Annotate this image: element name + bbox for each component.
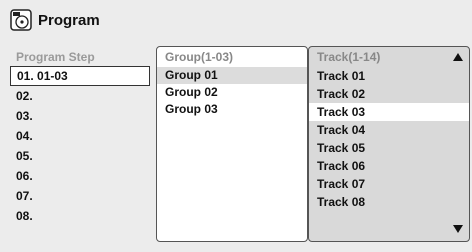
group-column-header: Group(1-03) — [165, 50, 234, 64]
track-item[interactable]: Track 04 — [309, 121, 469, 139]
track-column-header: Track(1-14) — [309, 47, 469, 67]
program-step-item[interactable]: 07. — [10, 186, 150, 206]
track-item[interactable]: Track 02 — [309, 85, 469, 103]
program-step-item[interactable]: 01. 01-03 — [10, 66, 150, 86]
program-step-item[interactable]: 03. — [10, 106, 150, 126]
track-item[interactable]: Track 06 — [309, 157, 469, 175]
group-item[interactable]: Group 02 — [157, 84, 307, 101]
disc-program-icon — [10, 9, 32, 31]
scroll-up-arrow-icon[interactable] — [453, 53, 463, 61]
group-panel: Group(1-03) Group 01 Group 02 Group 03 — [156, 46, 308, 242]
track-item[interactable]: Track 01 — [309, 67, 469, 85]
group-item[interactable]: Group 03 — [157, 101, 307, 118]
scroll-down-arrow-icon[interactable] — [453, 225, 463, 233]
group-item[interactable]: Group 01 — [157, 67, 307, 84]
page-title: Program — [38, 11, 100, 29]
track-item[interactable]: Track 03 — [309, 103, 469, 121]
program-step-item[interactable]: 06. — [10, 166, 150, 186]
track-panel: Track(1-14) Track 01 Track 02 Track 03 Trac… — [308, 46, 470, 242]
title-bar: Program — [10, 6, 100, 34]
program-step-item[interactable]: 02. — [10, 86, 150, 106]
track-item[interactable]: Track 07 — [309, 175, 469, 193]
track-header-label: Track(1-14) — [317, 50, 381, 64]
program-step-header: Program Step — [16, 50, 95, 64]
program-step-item[interactable]: 04. — [10, 126, 150, 146]
track-item[interactable]: Track 08 — [309, 193, 469, 211]
program-step-item[interactable]: 05. — [10, 146, 150, 166]
program-step-item[interactable]: 08. — [10, 206, 150, 226]
track-item[interactable]: Track 05 — [309, 139, 469, 157]
program-step-list: 01. 01-03 02. 03. 04. 05. 06. 07. 08. — [10, 66, 150, 231]
